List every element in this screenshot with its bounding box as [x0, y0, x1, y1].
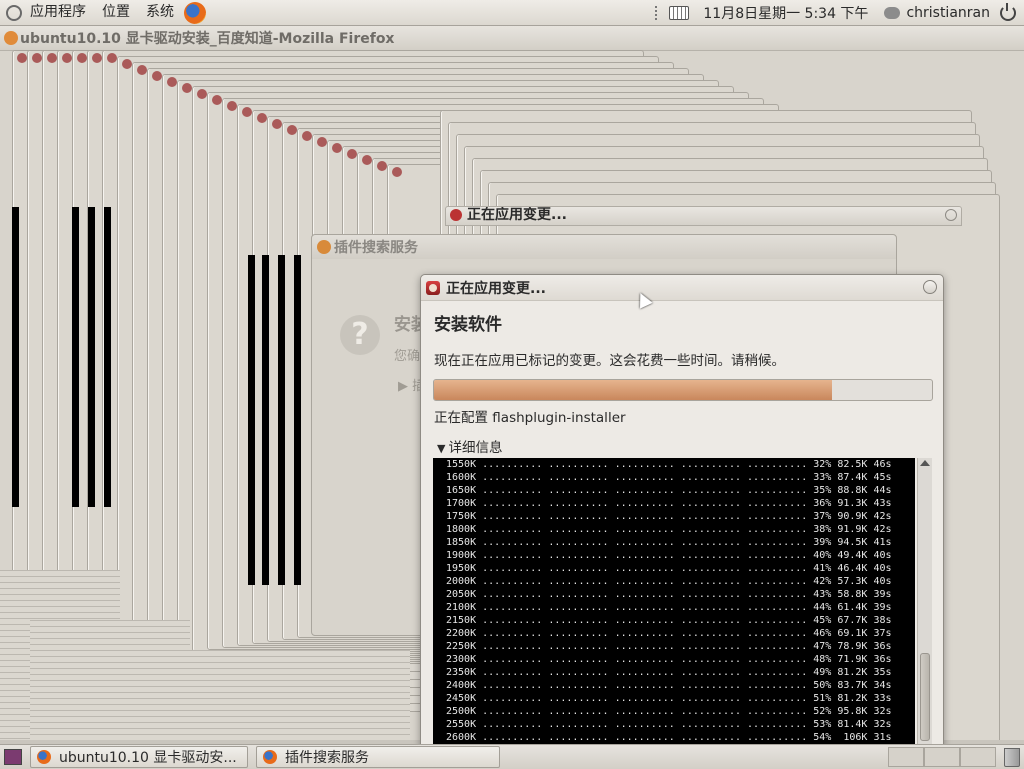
firefox-window-title: ubuntu10.10 显卡驱动安装_百度知道-Mozilla Firefox — [20, 31, 395, 47]
ghost-window-icon — [92, 53, 102, 63]
artifact-bar — [72, 207, 79, 507]
expander-arrow-icon: ▼ — [437, 442, 446, 455]
close-button[interactable] — [923, 280, 937, 294]
ghost-window-icon — [62, 53, 72, 63]
terminal-output[interactable]: 1550K .......... .......... .......... .… — [433, 458, 915, 744]
trash-icon[interactable] — [1004, 748, 1020, 767]
dialog-heading: 安装软件 — [434, 315, 502, 335]
artifact-bar — [88, 207, 95, 507]
artifact-bar — [262, 255, 269, 585]
firefox-icon — [4, 31, 18, 45]
terminal-text: 1550K .......... .......... .......... .… — [446, 459, 892, 743]
clock[interactable]: 11月8日星期一 5:34 下午 — [703, 3, 868, 23]
stacked-dialog-titlebar[interactable]: 正在应用变更... — [445, 206, 962, 226]
ghost-window-icon — [392, 167, 402, 177]
menu-places[interactable]: 位置 — [94, 0, 138, 25]
package-icon — [450, 209, 462, 221]
ghost-window-icon — [152, 71, 162, 81]
menu-applications[interactable]: 应用程序 — [22, 0, 94, 25]
artifact-bar — [294, 255, 301, 585]
ghost-window-icon — [122, 59, 132, 69]
ghost-window-icon — [212, 95, 222, 105]
ghost-window-icon — [77, 53, 87, 63]
artifact-bar — [248, 255, 255, 585]
firefox-launcher-icon[interactable] — [184, 1, 206, 24]
artifact-bar — [104, 207, 111, 507]
ghost-window-icon — [257, 113, 267, 123]
workspace-3[interactable] — [960, 747, 996, 767]
keyboard-icon[interactable] — [669, 5, 690, 20]
taskbar-item-plugin-search[interactable]: 插件搜索服务 — [256, 746, 500, 768]
progress-fill — [434, 380, 833, 400]
ghost-window-icon — [317, 137, 327, 147]
taskbar-item-label: 插件搜索服务 — [285, 750, 369, 766]
ghost-window-icon — [167, 77, 177, 87]
artifact-bar — [12, 207, 19, 507]
package-icon — [426, 280, 440, 295]
ghost-window-icon — [302, 131, 312, 141]
ghost-window-icon — [17, 53, 27, 63]
status-text: 正在配置 flashplugin-installer — [434, 410, 626, 426]
details-expander[interactable]: ▼ 详细信息 — [437, 436, 502, 456]
ghost-window-icon — [362, 155, 372, 165]
plugin-description: 您确 — [394, 349, 421, 364]
bottom-panel: ubuntu10.10 显卡驱动安... 插件搜索服务 — [0, 744, 1024, 769]
panel-indicators: 11月8日星期一 5:34 下午 christianran — [655, 0, 1024, 25]
chat-status-icon[interactable] — [884, 6, 901, 19]
details-label: 详细信息 — [448, 440, 503, 456]
plugin-icon — [317, 240, 331, 254]
artifact-bar — [278, 255, 285, 585]
ghost-window-icon — [107, 53, 117, 63]
ghost-window-icon — [32, 53, 42, 63]
close-icon[interactable] — [945, 209, 957, 221]
dialog-title: 正在应用变更... — [446, 280, 546, 297]
artifact-lines — [110, 650, 410, 740]
show-desktop-icon[interactable] — [4, 749, 22, 765]
top-panel: 应用程序 位置 系统 11月8日星期一 5:34 下午 christianran — [0, 0, 1024, 26]
ghost-window-icon — [377, 161, 387, 171]
firefox-titlebar[interactable]: ubuntu10.10 显卡驱动安装_百度知道-Mozilla Firefox — [0, 26, 1024, 51]
ubuntu-logo-icon[interactable] — [6, 4, 22, 21]
taskbar-item-firefox[interactable]: ubuntu10.10 显卡驱动安... — [30, 746, 248, 768]
menu-system[interactable]: 系统 — [138, 0, 182, 25]
scroll-up-icon[interactable] — [920, 460, 930, 466]
dialog-description: 现在正在应用已标记的变更。这会花费一些时间。请稍候。 — [434, 353, 785, 369]
terminal-scrollbar[interactable] — [917, 458, 932, 744]
plugin-window-title: 插件搜索服务 — [334, 240, 418, 256]
ghost-window-icon — [287, 125, 297, 135]
firefox-icon — [263, 750, 277, 764]
ghost-window-icon — [347, 149, 357, 159]
username[interactable]: christianran — [906, 5, 990, 21]
ghost-window-icon — [182, 83, 192, 93]
applying-changes-dialog: 正在应用变更... 安装软件 现在正在应用已标记的变更。这会花费一些时间。请稍候… — [420, 274, 944, 748]
stacked-dialog-title: 正在应用变更... — [467, 207, 567, 223]
plugin-window-titlebar[interactable]: 插件搜索服务 — [312, 235, 896, 259]
progress-bar — [433, 379, 933, 401]
power-icon[interactable] — [1000, 2, 1016, 21]
scrollbar-thumb[interactable] — [920, 653, 930, 741]
ghost-window-icon — [227, 101, 237, 111]
firefox-icon — [37, 750, 51, 764]
taskbar-item-label: ubuntu10.10 显卡驱动安... — [59, 750, 237, 766]
dialog-titlebar[interactable]: 正在应用变更... — [421, 275, 943, 301]
workspace-2[interactable] — [924, 747, 960, 767]
workspace-1[interactable] — [888, 747, 924, 767]
separator-handle — [655, 5, 661, 20]
question-icon: ? — [340, 315, 380, 355]
ghost-window-icon — [137, 65, 147, 75]
ghost-window-icon — [242, 107, 252, 117]
ghost-window-icon — [47, 53, 57, 63]
ghost-window-icon — [272, 119, 282, 129]
ghost-window-icon — [197, 89, 207, 99]
ghost-window-icon — [332, 143, 342, 153]
